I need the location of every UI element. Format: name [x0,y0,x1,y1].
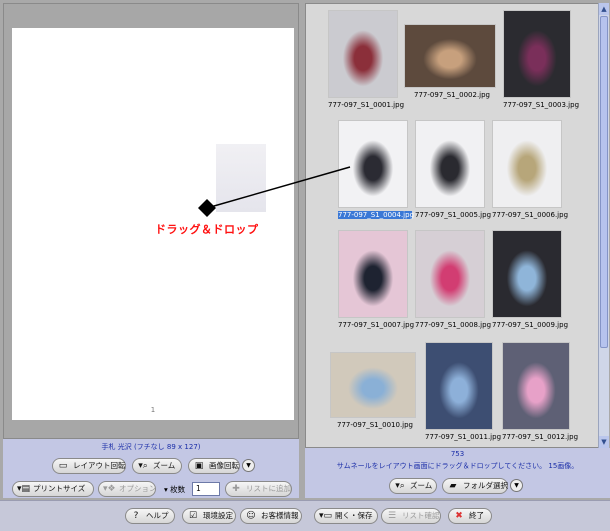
layout-rotate-icon: ▭ [58,461,68,471]
add-plus-icon: ✚ [232,484,240,494]
print-size-icon: ▾▤ [17,484,31,494]
customer-info-button[interactable]: ☺ お客様情報 [240,508,302,524]
copies-input[interactable]: 1 [192,482,220,496]
open-save-dropdown-icon: ▾▭ [319,511,333,521]
image-rotate-icon: ▣ [194,461,204,471]
folder-select-dropdown-icon[interactable]: ▼ [510,479,523,492]
image-rotate-dropdown-icon[interactable]: ▼ [242,459,255,472]
add-to-list-button[interactable]: ✚ リストに追加 [225,481,292,497]
thumbnail-zoom-button[interactable]: ▾⌕ ズーム [389,478,437,494]
checkbox-icon: ☑ [188,511,198,521]
image-count: 753 [450,450,465,458]
close-icon: ✖ [455,511,463,521]
help-icon: ? [133,511,139,521]
options-button[interactable]: ▾❖ オプション [98,481,157,497]
options-icon: ▾❖ [103,484,116,494]
folder-icon: ▰ [449,481,457,491]
zoom-dropdown-icon: ▾⌕ [395,481,405,491]
folder-select-button[interactable]: ▰ フォルダ選択 [442,478,508,494]
image-rotate-button[interactable]: ▣ 画像回転 [188,458,240,474]
open-save-button[interactable]: ▾▭ 開く・保存 [314,508,378,524]
drag-drop-instructions: サムネールをレイアウト画面にドラッグ＆ドロップしてください。 15画像。 [336,462,579,470]
copies-label: ▾ 枚数 [164,485,186,494]
list-confirm-button[interactable]: ☰ リスト確認 [381,508,441,524]
drag-drop-label: ドラッグ＆ドロップ [155,223,259,236]
exit-button[interactable]: ✖ 終了 [448,508,492,524]
help-button[interactable]: ? ヘルプ [125,508,175,524]
layout-rotate-button[interactable]: ▭ レイアウト回転 [52,458,126,474]
print-size-button[interactable]: ▾▤ プリントサイズ [12,481,94,497]
person-icon: ☺ [246,511,256,521]
print-size-label: 手札 光沢 (フチなし 89 x 127) [101,443,201,451]
list-icon: ☰ [387,511,397,521]
bottom-toolbar [0,500,610,531]
zoom-button[interactable]: ▾⌕ ズーム [132,458,182,474]
zoom-dropdown-icon: ▾⌕ [138,461,148,471]
settings-button[interactable]: ☑ 環境設定 [182,508,236,524]
